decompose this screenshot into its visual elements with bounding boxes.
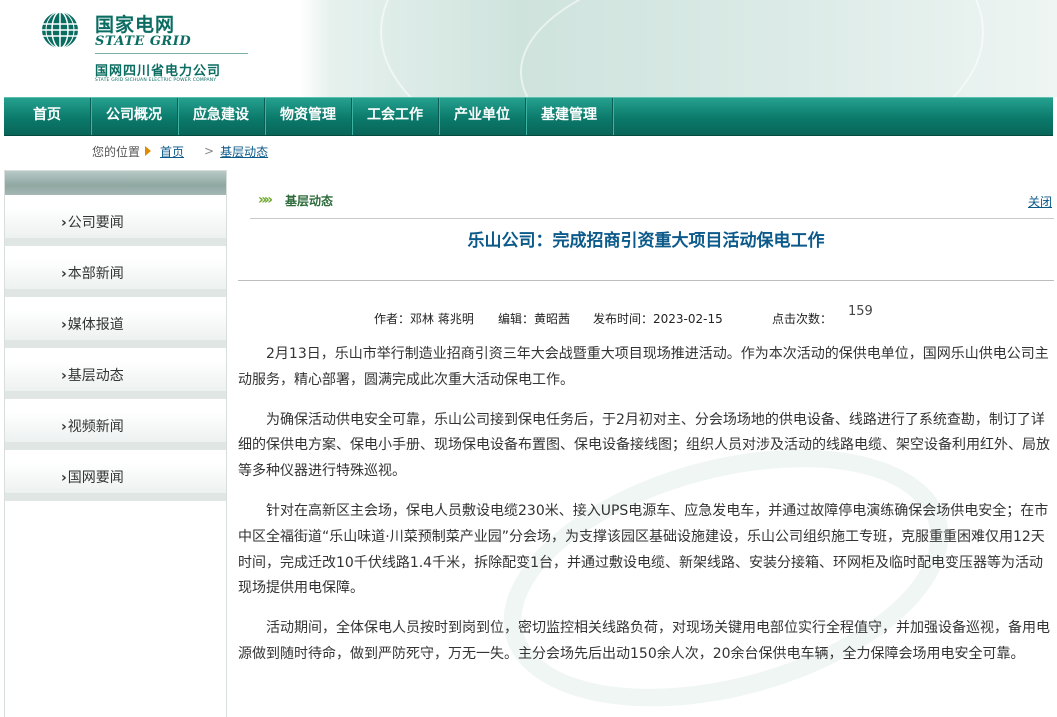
hits-count: 159: [848, 304, 873, 319]
globe-logo-icon: [42, 11, 78, 49]
breadcrumb-home-link[interactable]: 首页: [160, 143, 184, 160]
brand-name-cn: 国家电网: [95, 14, 176, 36]
section-title: 基层动态: [285, 194, 334, 208]
article-body: 2月13日，乐山市举行制造业招商引资三年大会战暨重大项目现场推进活动。作为本次活…: [238, 342, 1054, 682]
nav-item-company-overview[interactable]: 公司概况: [91, 98, 178, 135]
sidebar-item-label: 公司要闻: [67, 215, 124, 231]
sidebar-item-label: 媒体报道: [67, 317, 124, 333]
title-divider: [238, 280, 1054, 281]
hits-label: 点击次数：: [772, 312, 833, 326]
nav-item-industry[interactable]: 产业单位: [439, 98, 526, 135]
logo[interactable]: 国家电网 STATE GRID 国网四川省电力公司 STATE GRID SIC…: [38, 8, 258, 88]
company-name-cn: 国网四川省电力公司: [95, 64, 222, 79]
triangle-right-icon: [145, 146, 152, 156]
sidebar-item-video-news[interactable]: ›视频新闻: [5, 399, 226, 450]
sidebar-item-label: 基层动态: [67, 368, 124, 384]
nav-item-emergency[interactable]: 应急建设: [178, 98, 265, 135]
chevron-right-icon: ›: [61, 368, 67, 384]
chevron-right-icon: ›: [61, 266, 67, 282]
brand-name-en: STATE GRID: [95, 34, 192, 49]
nav-item-materials[interactable]: 物资管理: [265, 98, 352, 135]
sidebar-item-sgcc-news[interactable]: ›国网要闻: [5, 450, 226, 501]
chevron-right-icon: ›: [61, 470, 67, 486]
article-meta: 作者：邓林 蒋兆明 编辑：黄昭茜 发布时间：2023-02-15 点击次数： 1…: [238, 304, 1054, 328]
company-name-en: STATE GRID SICHUAN ELECTRIC POWER COMPAN…: [95, 78, 217, 83]
header-decoration: [520, 0, 1057, 97]
close-link[interactable]: 关闭: [1028, 193, 1052, 210]
breadcrumb-current-link[interactable]: 基层动态: [220, 143, 268, 160]
sidebar-header: [5, 171, 226, 195]
article-date: 发布时间：2023-02-15: [593, 312, 723, 326]
nav-item-home[interactable]: 首页: [4, 98, 91, 135]
sidebar-item-hq-news[interactable]: ›本部新闻: [5, 246, 226, 297]
sidebar-item-label: 国网要闻: [67, 470, 124, 486]
double-chevron-icon: »»: [258, 192, 273, 208]
sidebar-item-media[interactable]: ›媒体报道: [5, 297, 226, 348]
breadcrumb: 您的位置 首页 > 基层动态: [92, 142, 268, 160]
article-paragraph: 2月13日，乐山市举行制造业招商引资三年大会战暨重大项目现场推进活动。作为本次活…: [238, 346, 1049, 388]
nav-item-union[interactable]: 工会工作: [352, 98, 439, 135]
sidebar: ›公司要闻 ›本部新闻 ›媒体报道 ›基层动态 ›视频新闻 ›国网要闻: [4, 170, 227, 717]
sidebar-item-company-news[interactable]: ›公司要闻: [5, 195, 226, 246]
article-author: 作者：邓林 蒋兆明: [374, 312, 474, 326]
article-paragraph: 活动期间，全体保电人员按时到岗到位，密切监控相关线路负荷，对现场关键用电部位实行…: [238, 620, 1050, 662]
sidebar-item-label: 本部新闻: [67, 266, 124, 282]
main-nav: 首页 公司概况 应急建设 物资管理 工会工作 产业单位 基建管理: [4, 97, 1053, 136]
article-paragraph: 为确保活动供电安全可靠，乐山公司接到保电任务后，于2月初对主、分会场场地的供电设…: [238, 411, 1050, 480]
chevron-right-icon: ›: [61, 215, 67, 231]
main-content: »» 基层动态 关闭 乐山公司：完成招商引资重大项目活动保电工作 作者：邓林 蒋…: [238, 170, 1054, 716]
breadcrumb-label: 您的位置: [92, 144, 141, 159]
sidebar-item-grassroots[interactable]: ›基层动态: [5, 348, 226, 399]
breadcrumb-separator: >: [204, 144, 215, 158]
brand-divider: [95, 53, 248, 54]
article-paragraph: 针对在高新区主会场，保电人员敷设电缆230米、接入UPS电源车、应急发电车，并通…: [238, 502, 1049, 597]
article-title: 乐山公司：完成招商引资重大项目活动保电工作: [467, 231, 825, 251]
sidebar-item-label: 视频新闻: [67, 419, 124, 435]
section-header: »» 基层动态 关闭: [250, 178, 1054, 219]
chevron-right-icon: ›: [61, 317, 67, 333]
nav-item-infrastructure[interactable]: 基建管理: [526, 98, 613, 135]
site-header: 国家电网 STATE GRID 国网四川省电力公司 STATE GRID SIC…: [0, 0, 1057, 97]
chevron-right-icon: ›: [61, 419, 67, 435]
article-editor: 编辑：黄昭茜: [498, 312, 571, 326]
